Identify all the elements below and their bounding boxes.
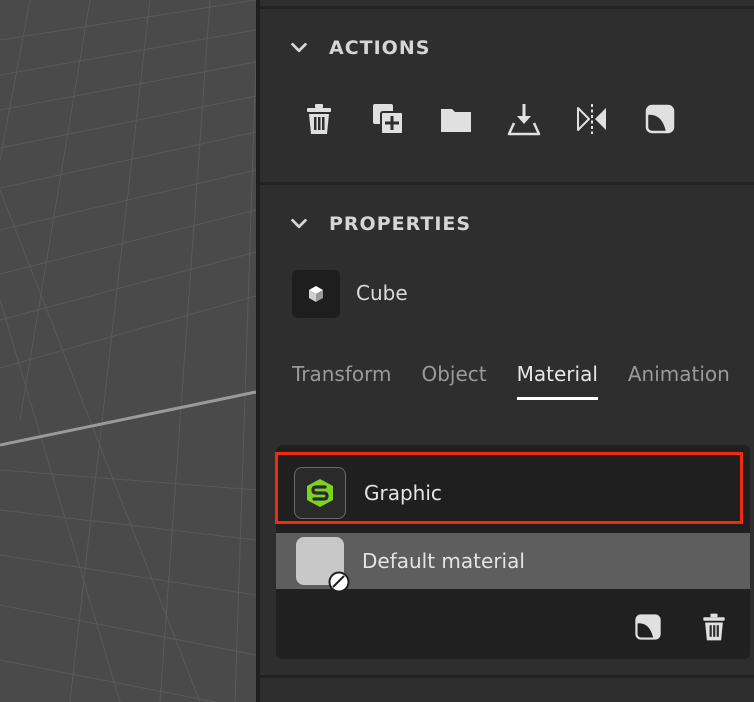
- chevron-down-icon: [291, 42, 307, 53]
- properties-title: PROPERTIES: [329, 213, 472, 235]
- group-button[interactable]: [433, 96, 479, 142]
- tab-animation[interactable]: Animation: [628, 362, 730, 400]
- material-label-default: Default material: [362, 549, 525, 573]
- tab-transform[interactable]: Transform: [292, 362, 391, 400]
- material-apply-button[interactable]: [628, 607, 668, 647]
- properties-bottom-separator: [260, 675, 754, 678]
- trash-icon: [307, 104, 331, 134]
- material-badge-icon: [328, 571, 350, 593]
- duplicate-button[interactable]: [365, 96, 411, 142]
- apply-material-button[interactable]: [637, 96, 683, 142]
- mirror-icon: [577, 104, 606, 134]
- material-list: Graphic Default material: [276, 445, 750, 659]
- material-delete-button[interactable]: [694, 607, 734, 647]
- actions-title: ACTIONS: [329, 37, 431, 59]
- drop-to-ground-button[interactable]: [501, 96, 547, 142]
- viewport-grid: [0, 0, 256, 702]
- material-item-default[interactable]: Default material: [276, 533, 750, 593]
- folder-icon: [441, 109, 471, 132]
- material-item-graphic[interactable]: Graphic: [276, 457, 750, 529]
- delete-button[interactable]: [296, 96, 342, 142]
- mirror-button[interactable]: [569, 96, 615, 142]
- substance-logo-icon: [307, 479, 333, 507]
- material-label-graphic: Graphic: [364, 481, 442, 505]
- duplicate-icon: [373, 104, 404, 135]
- actions-header[interactable]: ACTIONS: [288, 37, 430, 59]
- apply-material-icon: [645, 104, 675, 134]
- apply-material-icon: [635, 614, 661, 640]
- drop-to-ground-icon: [507, 104, 541, 136]
- actions-separator: [260, 182, 754, 185]
- tab-material[interactable]: Material: [516, 362, 599, 400]
- object-type-icon: [292, 270, 340, 318]
- top-separator: [260, 6, 754, 9]
- cube-icon: [309, 286, 323, 302]
- default-material-thumbnail: [296, 537, 350, 593]
- object-name: Cube: [356, 281, 408, 305]
- 3d-viewport[interactable]: [0, 0, 256, 702]
- right-panel: ACTIONS PROPERTIES Cube Transform Object…: [260, 0, 754, 702]
- graphic-thumbnail: [294, 467, 346, 519]
- trash-icon: [703, 613, 725, 641]
- chevron-down-icon: [291, 218, 307, 229]
- properties-header[interactable]: PROPERTIES: [288, 213, 471, 235]
- properties-tabs: Transform Object Material Animation: [292, 362, 730, 400]
- tab-object[interactable]: Object: [421, 362, 486, 400]
